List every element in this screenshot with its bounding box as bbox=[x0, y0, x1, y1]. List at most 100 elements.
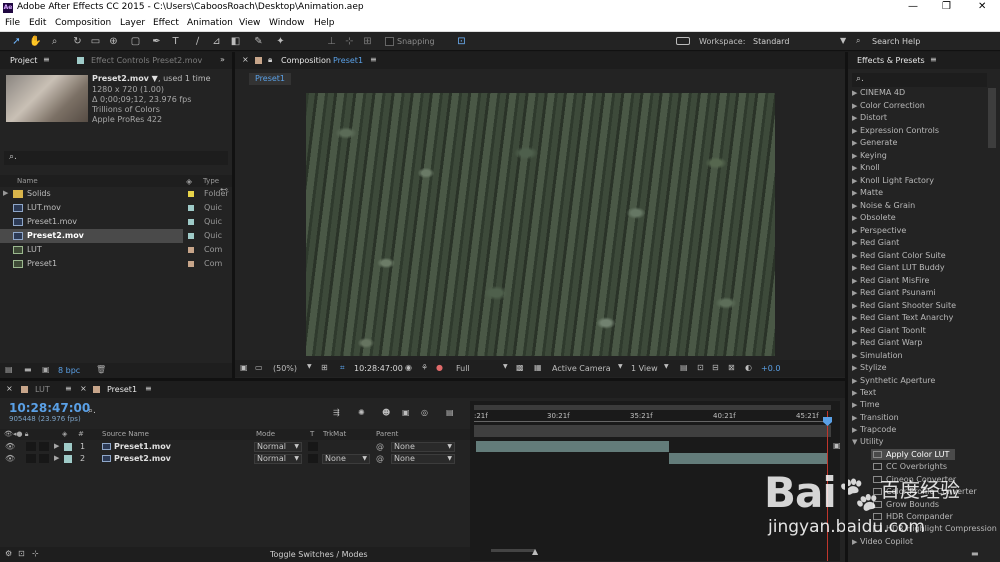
col-num[interactable]: # bbox=[78, 430, 84, 438]
bpc-button[interactable]: 8 bpc bbox=[58, 366, 80, 375]
grid-icon[interactable]: ⊟ bbox=[712, 363, 719, 372]
effect-category[interactable]: ▶ Red Giant Warp bbox=[852, 338, 922, 347]
composition-name[interactable]: Preset1 bbox=[333, 56, 363, 65]
eraser-tool-icon[interactable]: ◧ bbox=[229, 35, 242, 48]
search-help-field[interactable]: Search Help bbox=[872, 37, 920, 46]
scrollbar-thumb[interactable] bbox=[988, 88, 996, 148]
label-col-icon[interactable]: ◈ bbox=[62, 430, 67, 438]
effect-category[interactable]: ▶ Red Giant Color Suite bbox=[852, 251, 946, 260]
label-swatch[interactable] bbox=[64, 443, 72, 451]
transparency-grid-icon[interactable]: ▦ bbox=[534, 363, 542, 372]
hand-tool-icon[interactable]: ✋ bbox=[29, 35, 42, 48]
eye-icon[interactable]: 👁︎ bbox=[5, 454, 15, 463]
puppet-tool-icon[interactable]: ✦ bbox=[274, 35, 287, 48]
panel-menu-icon[interactable]: ≡ bbox=[145, 384, 152, 393]
project-search-input[interactable]: ⌕. bbox=[4, 151, 228, 165]
work-area-range[interactable] bbox=[474, 425, 831, 437]
layer-row[interactable]: 👁︎ ▶ 1 Preset1.mov Normal ▼ @ None ▼ bbox=[0, 441, 470, 453]
list-item[interactable]: LUT Com bbox=[0, 243, 230, 257]
label-swatch[interactable] bbox=[188, 233, 194, 239]
effect-category[interactable]: ▶ Stylize bbox=[852, 363, 887, 372]
frame-blending-icon[interactable]: ▣ bbox=[402, 408, 410, 417]
resolution-select[interactable]: Full bbox=[456, 364, 470, 373]
roto-brush-tool-icon[interactable]: ✎ bbox=[252, 35, 265, 48]
menu-window[interactable]: Window bbox=[269, 18, 305, 28]
shy-layers-icon[interactable]: ☻ bbox=[382, 408, 390, 417]
parent-select[interactable]: None ▼ bbox=[391, 442, 455, 452]
av-switches-icon[interactable]: 👁︎◂● 🔒︎ bbox=[4, 430, 28, 439]
label-swatch[interactable] bbox=[188, 219, 194, 225]
close-tab-icon[interactable]: × bbox=[242, 55, 249, 64]
col-source-name[interactable]: Source Name bbox=[102, 430, 149, 438]
scrollbar-track[interactable] bbox=[986, 88, 998, 548]
effect-category[interactable]: ▶ Synthetic Aperture bbox=[852, 376, 935, 385]
trash-icon[interactable]: 🗑 bbox=[96, 365, 106, 374]
reset-exposure-icon[interactable]: ◐ bbox=[745, 363, 752, 372]
effect-category[interactable]: ▶ Time bbox=[852, 400, 880, 409]
panel-divider[interactable] bbox=[0, 378, 845, 381]
list-item-selected[interactable]: Preset2.mov Quic bbox=[0, 229, 230, 243]
col-t[interactable]: T bbox=[310, 430, 314, 438]
effect-category-expanded[interactable]: ▼ Utility bbox=[852, 437, 884, 446]
menu-help[interactable]: Help bbox=[314, 18, 335, 28]
list-item[interactable]: Preset1.mov Quic bbox=[0, 215, 230, 229]
list-item[interactable]: LUT.mov Quic bbox=[0, 201, 230, 215]
camera-select[interactable]: Active Camera bbox=[552, 364, 611, 373]
view-axis-icon[interactable]: ⊞ bbox=[361, 35, 374, 48]
effect-category[interactable]: ▶ Red Giant Shooter Suite bbox=[852, 301, 956, 310]
camera-dropdown-icon[interactable]: ▼ bbox=[618, 363, 623, 370]
close-tab-icon[interactable]: × bbox=[80, 384, 87, 393]
region-of-interest-icon[interactable]: ⌗ bbox=[340, 363, 345, 373]
menu-layer[interactable]: Layer bbox=[120, 18, 145, 28]
eye-icon[interactable]: 👁︎ bbox=[5, 442, 15, 451]
effect-category[interactable]: ▶ Red Giant LUT Buddy bbox=[852, 263, 945, 272]
effect-category[interactable]: ▶ Knoll Light Factory bbox=[852, 176, 934, 185]
effect-category[interactable]: ▶ Red Giant bbox=[852, 238, 899, 247]
always-preview-icon[interactable]: ▣ bbox=[240, 363, 248, 372]
zoom-tool-icon[interactable]: ⌕ bbox=[48, 35, 61, 48]
expand-arrow-icon[interactable]: ▶ bbox=[54, 454, 59, 462]
graph-editor-icon[interactable]: ▤ bbox=[446, 408, 454, 417]
expand-arrow-icon[interactable]: ▶ bbox=[54, 442, 59, 450]
panel-expand-icon[interactable]: » bbox=[220, 55, 225, 64]
effect-category[interactable]: ▶ Transition bbox=[852, 413, 899, 422]
pen-tool-icon[interactable]: ✒ bbox=[150, 35, 163, 48]
effects-search-input[interactable]: ⌕. bbox=[852, 73, 987, 87]
label-swatch[interactable] bbox=[188, 205, 194, 211]
render-time-icon[interactable]: ⚙ bbox=[5, 549, 12, 558]
motion-blur-icon[interactable]: ◎ bbox=[421, 408, 428, 417]
effect-category[interactable]: ▶ Keying bbox=[852, 151, 887, 160]
interpret-footage-icon[interactable]: ▤ bbox=[5, 365, 13, 374]
new-folder-icon[interactable]: ▬ bbox=[971, 549, 979, 558]
effect-item-selected[interactable]: Apply Color LUT bbox=[873, 450, 949, 459]
effect-category[interactable]: ▶ Simulation bbox=[852, 351, 903, 360]
expand-switches-icon[interactable]: ⊡ bbox=[18, 549, 25, 558]
tab-preset1[interactable]: Preset1 bbox=[107, 385, 137, 394]
new-composition-icon[interactable]: ▣ bbox=[42, 365, 50, 374]
col-name[interactable]: Name bbox=[17, 177, 38, 185]
label-swatch[interactable] bbox=[64, 455, 72, 463]
mode-select[interactable]: Normal ▼ bbox=[254, 454, 302, 464]
effect-category[interactable]: ▶ Text bbox=[852, 388, 876, 397]
effects-title[interactable]: Effects & Presets bbox=[857, 56, 925, 65]
maximize-icon[interactable]: ❐ bbox=[942, 1, 951, 12]
views-select[interactable]: 1 View bbox=[631, 364, 658, 373]
label-col-icon[interactable]: ◈ bbox=[186, 177, 192, 186]
expand-arrow-icon[interactable]: ▶ bbox=[3, 189, 8, 197]
snap-options-icon[interactable]: ⊡ bbox=[455, 35, 468, 48]
brush-tool-icon[interactable]: ∕ bbox=[191, 35, 204, 48]
menu-edit[interactable]: Edit bbox=[29, 18, 46, 28]
layer-name[interactable]: Preset1.mov bbox=[114, 442, 171, 451]
effect-category[interactable]: ▶ Video Copilot bbox=[852, 537, 913, 546]
solo-toggle[interactable] bbox=[26, 454, 36, 463]
lock-icon[interactable]: 🔒︎ bbox=[268, 55, 272, 65]
mask-tool-icon[interactable]: ▢ bbox=[129, 35, 142, 48]
world-axis-icon[interactable]: ⊹ bbox=[343, 35, 356, 48]
local-axis-icon[interactable]: ⊥ bbox=[325, 35, 338, 48]
monitor-icon[interactable]: ▭ bbox=[255, 363, 263, 372]
pickwhip-icon[interactable]: @ bbox=[376, 442, 384, 451]
menu-animation[interactable]: Animation bbox=[187, 18, 233, 28]
close-icon[interactable]: ✕ bbox=[978, 1, 986, 12]
type-tool-icon[interactable]: T bbox=[169, 35, 182, 48]
panel-menu-icon[interactable]: ≡ bbox=[43, 55, 50, 64]
